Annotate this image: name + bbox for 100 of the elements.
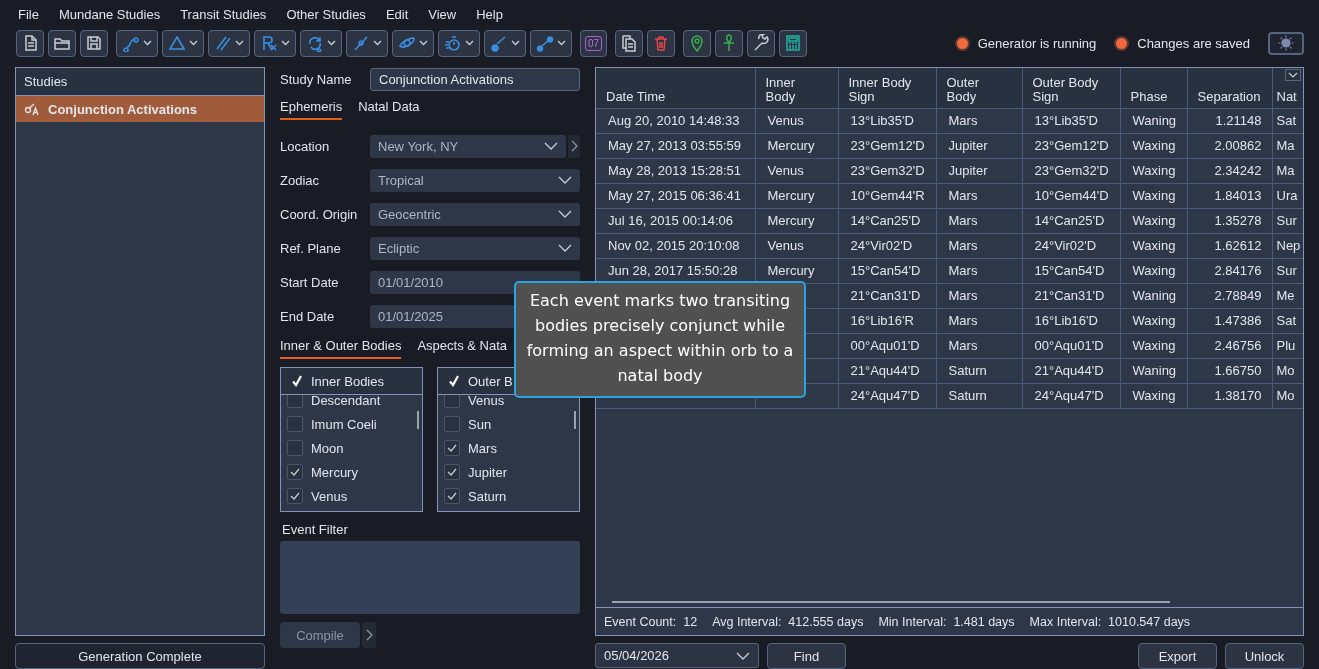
menu-item[interactable]: File — [8, 6, 49, 22]
table-cell: 15°Can54'D — [1022, 258, 1120, 283]
table-cell: Waxing — [1120, 183, 1187, 208]
column-header[interactable]: Outer Body — [936, 68, 1022, 108]
dropdown[interactable]: New York, NY — [370, 134, 566, 158]
column-header[interactable]: Inner Body — [755, 68, 838, 108]
cycle-dropdown[interactable] — [300, 29, 342, 57]
tab[interactable]: Ephemeris — [280, 99, 343, 120]
checkbox[interactable] — [444, 488, 460, 504]
calendar-button[interactable]: 07 — [580, 29, 608, 57]
dot-line-dropdown[interactable] — [484, 29, 526, 57]
table-cell: Sat — [1272, 308, 1303, 333]
copy-button[interactable] — [615, 29, 644, 57]
table-cell: Waning — [1120, 108, 1187, 133]
checkbox[interactable] — [287, 440, 303, 456]
header-checkbox[interactable] — [448, 375, 460, 387]
retrograde-dropdown[interactable] — [254, 29, 296, 57]
list-header: Outer B — [468, 373, 513, 389]
checkbox[interactable] — [287, 416, 303, 432]
scrollbar[interactable] — [417, 411, 419, 429]
table-cell: 10°Gem44'D — [1022, 183, 1120, 208]
tab[interactable]: Aspects & Nata — [417, 338, 507, 359]
table-cell: Waxing — [1120, 158, 1187, 183]
table-cell: 16°Lib16'R — [838, 308, 936, 333]
table-cell: Jupiter — [936, 158, 1022, 183]
column-header[interactable]: Phase — [1120, 68, 1187, 108]
ankh-button[interactable] — [715, 29, 744, 57]
check-icon — [446, 466, 458, 478]
triangle-dropdown[interactable] — [162, 29, 204, 57]
table-cell: 23°Gem12'D — [1022, 133, 1120, 158]
find-button[interactable]: Find — [767, 643, 846, 669]
menu-item[interactable]: Transit Studies — [170, 6, 277, 22]
menu-item[interactable]: Edit — [375, 6, 419, 22]
column-header[interactable]: Inner Body Sign — [838, 68, 936, 108]
connected-dots-dropdown[interactable] — [530, 29, 572, 57]
generation-status-button[interactable]: Generation Complete — [15, 643, 265, 669]
map-pin-button[interactable] — [683, 29, 712, 57]
checkbox[interactable] — [444, 416, 460, 432]
crossed-circle-dropdown[interactable] — [346, 29, 388, 57]
checkbox[interactable] — [287, 464, 303, 480]
tab[interactable]: Natal Data — [358, 99, 420, 120]
calculator-button[interactable] — [779, 29, 808, 57]
checkbox[interactable] — [444, 464, 460, 480]
scrollbar[interactable] — [574, 411, 576, 429]
column-menu-button[interactable] — [1285, 69, 1301, 81]
column-header[interactable]: Date Time — [596, 68, 755, 108]
open-folder-button[interactable] — [48, 29, 76, 57]
table-cell: Waning — [1120, 358, 1187, 383]
table-cell: 00°Aqu01'D — [838, 333, 936, 358]
dropdown[interactable]: Geocentric — [370, 202, 580, 226]
table-cell: Plu — [1272, 333, 1303, 358]
menu-item[interactable]: Other Studies — [276, 6, 376, 22]
table-cell: Waning — [1120, 283, 1187, 308]
stopwatch-dropdown[interactable] — [438, 29, 480, 57]
menu-item[interactable]: View — [418, 6, 467, 22]
checkbox[interactable] — [444, 395, 460, 408]
unlock-button[interactable]: Unlock — [1225, 643, 1304, 669]
next-button[interactable] — [362, 622, 376, 648]
tooltip: Each event marks two transiting bodies precisely conjunct while forming an aspect within orb to a natal body — [514, 281, 806, 398]
orbit-dropdown[interactable] — [392, 29, 434, 57]
check-icon — [446, 442, 458, 454]
dropdown[interactable]: Tropical — [370, 168, 580, 192]
new-file-button[interactable] — [16, 29, 44, 57]
check-icon — [289, 490, 301, 502]
table-cell: 1.38170 — [1187, 383, 1272, 408]
column-header[interactable]: Separation — [1187, 68, 1272, 108]
checkbox[interactable] — [287, 395, 303, 408]
tab[interactable]: Inner & Outer Bodies — [280, 338, 402, 359]
retrograde-icon — [260, 34, 278, 52]
panel-header: Studies — [16, 68, 264, 96]
summary-stat: Max Interval: 1010.547 days — [1029, 614, 1191, 629]
study-name-field[interactable]: Conjunction Activations — [370, 67, 580, 91]
menu-item[interactable]: Mundane Studies — [48, 6, 171, 22]
export-button[interactable]: Export — [1138, 643, 1217, 669]
checkbox[interactable] — [444, 440, 460, 456]
table-cell: May 27, 2013 03:55:59 — [596, 133, 755, 158]
table-cell: Waxing — [1120, 208, 1187, 233]
wrench-button[interactable] — [747, 29, 776, 57]
date-dropdown[interactable]: 05/04/2026 — [595, 643, 759, 668]
header-checkbox[interactable] — [291, 375, 303, 387]
dropdown[interactable]: Ecliptic — [370, 236, 580, 260]
table-cell: 1.62612 — [1187, 233, 1272, 258]
table-cell: Saturn — [936, 358, 1022, 383]
theme-toggle-button[interactable] — [1268, 31, 1304, 55]
delete-button[interactable] — [647, 29, 676, 57]
checkbox[interactable] — [287, 488, 303, 504]
menu-item[interactable]: Help — [466, 6, 513, 22]
parallel-lines-dropdown[interactable] — [208, 29, 250, 57]
summary-stat: Event Count: 12 — [604, 614, 698, 629]
caret-icon — [143, 40, 152, 46]
scrollbar[interactable] — [612, 601, 1170, 603]
caret-icon — [373, 40, 382, 46]
event-filter-field[interactable] — [280, 541, 580, 614]
column-header[interactable]: Outer Body Sign — [1022, 68, 1120, 108]
study-item[interactable]: Conjunction Activations — [16, 96, 264, 122]
save-button[interactable] — [80, 29, 108, 57]
next-button[interactable] — [568, 134, 580, 158]
node-link-dropdown[interactable] — [116, 29, 158, 57]
table-cell: Mercury — [755, 208, 838, 233]
table-cell: 2.78849 — [1187, 283, 1272, 308]
